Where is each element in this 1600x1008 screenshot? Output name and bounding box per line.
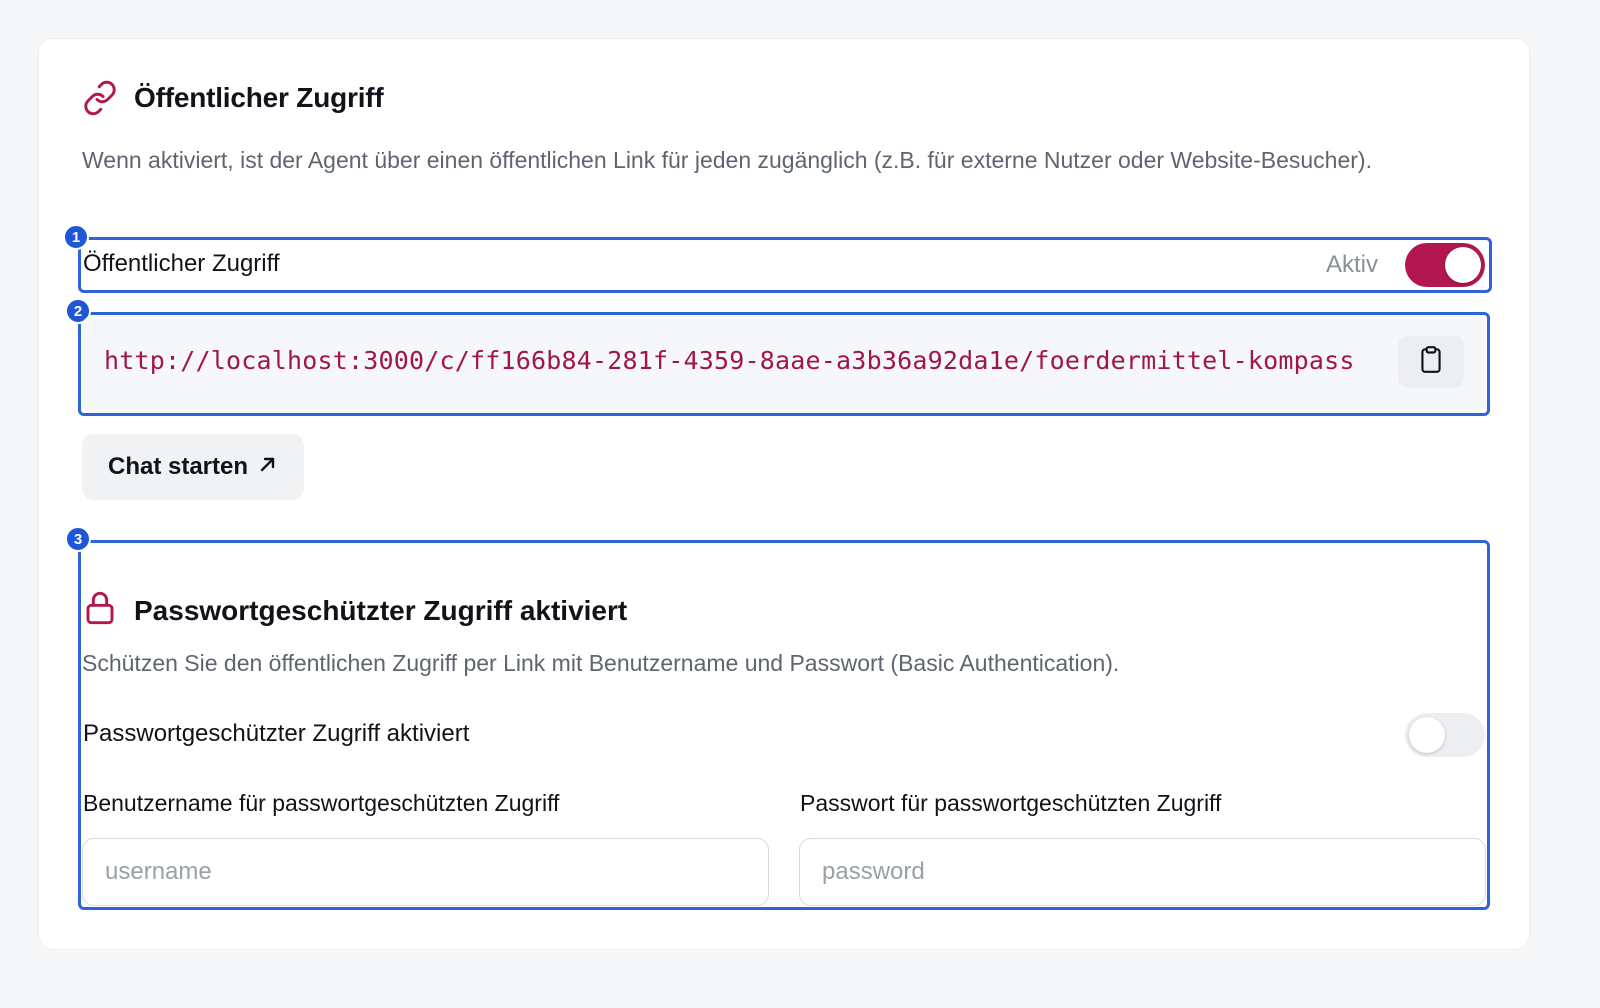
public-access-toggle-label: Öffentlicher Zugriff: [83, 250, 280, 277]
username-input[interactable]: [82, 838, 769, 906]
password-access-title: Passwortgeschützter Zugriff aktiviert: [134, 594, 628, 626]
public-access-title: Öffentlicher Zugriff: [134, 82, 384, 113]
password-access-toggle-label: Passwortgeschützter Zugriff aktiviert: [83, 720, 470, 747]
copy-link-button[interactable]: [1398, 336, 1464, 388]
public-access-header: Öffentlicher Zugriff: [82, 80, 384, 116]
start-chat-button[interactable]: Chat starten: [82, 434, 304, 500]
start-chat-label: Chat starten: [107, 453, 249, 480]
password-access-toggle[interactable]: [1405, 713, 1485, 757]
toggle-knob: [1445, 247, 1481, 283]
annotation-badge-1: 1: [63, 224, 89, 250]
public-access-status: Aktiv: [1326, 251, 1379, 278]
toggle-knob: [1409, 717, 1445, 753]
password-access-header: Passwortgeschützter Zugriff aktiviert: [84, 590, 627, 631]
username-label: Benutzername für passwortgeschützten Zug…: [83, 790, 560, 816]
arrow-up-right-icon: [258, 453, 278, 481]
clipboard-icon: [1418, 345, 1444, 380]
lock-icon: [84, 590, 116, 631]
public-access-toggle[interactable]: [1405, 243, 1485, 287]
link-icon: [82, 80, 118, 116]
password-input[interactable]: [799, 838, 1486, 906]
password-access-description: Schützen Sie den öffentlichen Zugriff pe…: [82, 650, 1120, 676]
public-access-description: Wenn aktiviert, ist der Agent über einen…: [82, 147, 1372, 173]
highlight-box-1: [78, 237, 1492, 293]
password-label: Passwort für passwortgeschützten Zugriff: [800, 790, 1222, 816]
annotation-badge-3: 3: [65, 526, 91, 552]
public-link-url[interactable]: http://localhost:3000/c/ff166b84-281f-43…: [104, 346, 1355, 375]
